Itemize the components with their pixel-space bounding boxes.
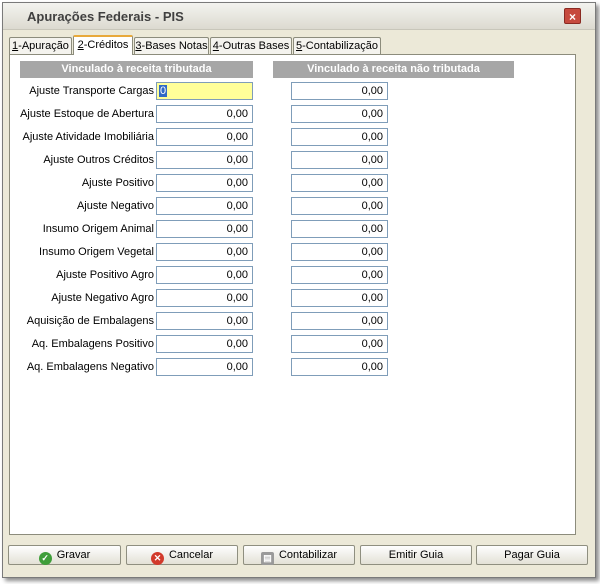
emitir-guia-button[interactable]: Emitir Guia [360, 545, 472, 565]
row-label: Aq. Embalagens Positivo [31, 338, 154, 350]
tributada-field[interactable]: 0,00 [156, 197, 253, 215]
tributada-field[interactable]: 0,00 [156, 335, 253, 353]
nao-tributada-field[interactable]: 0,00 [291, 220, 388, 238]
nao-tributada-field[interactable]: 0,00 [291, 128, 388, 146]
row-label: Ajuste Transporte Cargas [29, 85, 154, 97]
row-label: Insumo Origem Vegetal [39, 246, 154, 258]
nao-tributada-field[interactable]: 0,00 [291, 266, 388, 284]
row-label: Ajuste Estoque de Abertura [20, 108, 154, 120]
nao-tributada-field[interactable]: 0,00 [291, 105, 388, 123]
row-label: Ajuste Positivo [81, 177, 154, 189]
nao-tributada-field[interactable]: 0,00 [291, 335, 388, 353]
close-icon: × [568, 10, 576, 24]
title-bar[interactable]: Apurações Federais - PIS × [3, 3, 595, 30]
nao-tributada-field[interactable]: 0,00 [291, 197, 388, 215]
nao-tributada-field[interactable]: 0,00 [291, 82, 388, 100]
nao-tributada-field[interactable]: 0,00 [291, 174, 388, 192]
tab-bases-notas[interactable]: 3-Bases Notas [134, 37, 209, 54]
close-button[interactable]: × [564, 8, 581, 24]
selected-text: 0 [159, 85, 168, 97]
row-label: Ajuste Negativo [76, 200, 154, 212]
printer-icon: ▤ [260, 552, 274, 565]
window-title: Apurações Federais - PIS [27, 9, 184, 24]
row-label: Ajuste Outros Créditos [43, 154, 154, 166]
tributada-field[interactable]: 0,00 [156, 289, 253, 307]
column-header-tributada: Vinculado à receita tributada [20, 61, 253, 78]
tributada-field[interactable]: 0,00 [156, 151, 253, 169]
gravar-button[interactable]: ✓ Gravar [8, 545, 121, 565]
tributada-field[interactable]: 0,00 [156, 128, 253, 146]
pagar-guia-button[interactable]: Pagar Guia [476, 545, 588, 565]
nao-tributada-field[interactable]: 0,00 [291, 358, 388, 376]
nao-tributada-field[interactable]: 0,00 [291, 151, 388, 169]
row-label: Insumo Origem Animal [42, 223, 154, 235]
column-header-nao-tributada: Vinculado à receita não tributada [273, 61, 514, 78]
tributada-field[interactable]: 0,00 [156, 266, 253, 284]
row-label: Aquisição de Embalagens [26, 315, 154, 327]
tributada-field[interactable]: 0,00 [156, 174, 253, 192]
row-label: Aq. Embalagens Negativo [26, 361, 154, 373]
cancel-icon: ✕ [150, 552, 164, 565]
tab-apuracao[interactable]: 1-Apuração [9, 37, 72, 54]
tab-creditos[interactable]: 2-Créditos [73, 35, 133, 55]
nao-tributada-field[interactable]: 0,00 [291, 312, 388, 330]
contabilizar-button[interactable]: ▤ Contabilizar [243, 545, 355, 565]
row-label: Ajuste Atividade Imobiliária [22, 131, 154, 143]
tributada-field[interactable]: 0,00 [156, 358, 253, 376]
row-label: Ajuste Negativo Agro [51, 292, 154, 304]
tributada-field[interactable]: 0,00 [156, 312, 253, 330]
tributada-field[interactable]: 0 [156, 82, 253, 100]
row-label: Ajuste Positivo Agro [56, 269, 154, 281]
tributada-field[interactable]: 0,00 [156, 220, 253, 238]
tributada-field[interactable]: 0,00 [156, 243, 253, 261]
tab-contabilizacao[interactable]: 5-Contabilização [293, 37, 381, 54]
nao-tributada-field[interactable]: 0,00 [291, 243, 388, 261]
nao-tributada-field[interactable]: 0,00 [291, 289, 388, 307]
cancelar-button[interactable]: ✕ Cancelar [126, 545, 238, 565]
tributada-field[interactable]: 0,00 [156, 105, 253, 123]
tab-outras-bases[interactable]: 4-Outras Bases [210, 37, 292, 54]
check-icon: ✓ [38, 552, 52, 565]
pis-window: Apurações Federais - PIS × 1-Apuração 2-… [2, 2, 596, 578]
